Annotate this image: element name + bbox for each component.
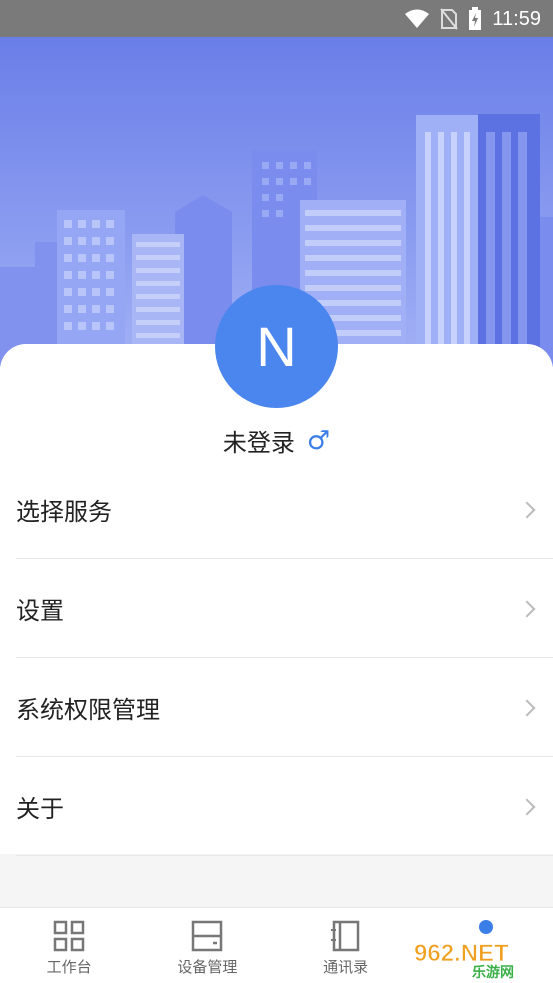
menu-item-select-service[interactable]: 选择服务: [0, 460, 553, 559]
chevron-right-icon: [518, 600, 536, 617]
watermark-subtext: 乐游网: [472, 964, 514, 979]
wifi-icon: [405, 9, 430, 28]
tab-label: 设备管理: [177, 958, 238, 976]
tab-label: 通讯录: [323, 958, 369, 976]
menu-item-permissions[interactable]: 系统权限管理: [0, 658, 553, 757]
tab-label: 工作台: [46, 958, 92, 976]
user-info: 未登录 ♂: [0, 423, 553, 458]
avatar[interactable]: N: [215, 285, 338, 408]
settings-menu: 选择服务 设置 系统权限管理 关于: [0, 460, 553, 856]
tab-contacts[interactable]: 通讯录: [277, 908, 415, 983]
tab-workbench[interactable]: 工作台: [0, 908, 138, 983]
device-icon: [192, 920, 223, 952]
grid-icon: [53, 920, 85, 952]
menu-item-label: 设置: [16, 597, 64, 625]
menu-item-label: 选择服务: [16, 498, 112, 526]
tab-device-management[interactable]: 设备管理: [138, 908, 276, 983]
battery-charging-icon: [469, 7, 482, 30]
menu-item-label: 关于: [16, 795, 64, 823]
contacts-icon: [330, 920, 359, 952]
chevron-right-icon: [518, 798, 536, 815]
status-icons: 11:59: [404, 6, 541, 32]
status-time: 11:59: [492, 7, 541, 30]
menu-item-label: 系统权限管理: [16, 696, 160, 724]
male-gender-icon: ♂: [306, 425, 331, 456]
watermark-text: 962.NET: [414, 940, 509, 967]
menu-item-about[interactable]: 关于: [0, 757, 553, 856]
no-sim-icon: [440, 8, 459, 30]
chevron-right-icon: [518, 501, 536, 518]
chevron-right-icon: [518, 699, 536, 716]
status-bar: 11:59: [0, 0, 553, 37]
profile-active-dot-icon: [478, 920, 493, 934]
menu-item-settings[interactable]: 设置: [0, 559, 553, 658]
username[interactable]: 未登录: [223, 423, 295, 458]
watermark-logo: 962.NET 乐游网: [414, 940, 514, 979]
